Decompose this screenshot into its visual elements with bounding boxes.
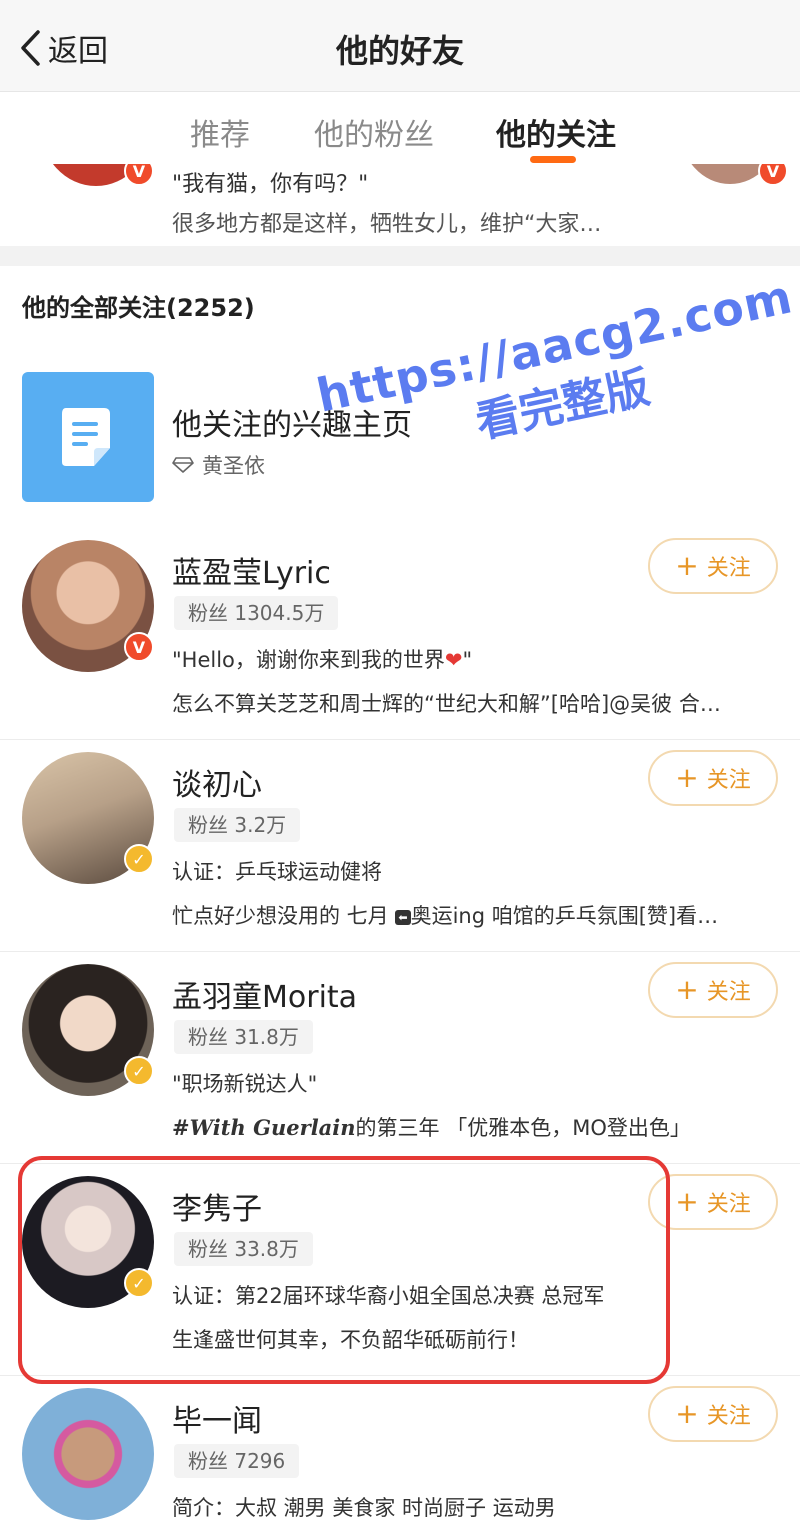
list-item[interactable]: ✓ 孟羽童Morita 粉丝 31.8万 "职场新锐达人" #With Guer… bbox=[0, 952, 800, 1164]
list-item[interactable]: ✓ 李隽子 粉丝 33.8万 认证：第22届环球华裔小姐全国总决赛 总冠军 生逢… bbox=[0, 1164, 800, 1376]
latest-post-preview[interactable]: #With Guerlain的第三年 「优雅本色，MO登出色」 bbox=[172, 1112, 691, 1142]
plus-icon: + bbox=[675, 549, 699, 582]
list-item[interactable]: ✓ 谈初心 粉丝 3.2万 认证：乒乓球运动健将 忙点好少想没用的 七月 ⬅ 奥运… bbox=[0, 740, 800, 952]
tab-recommend[interactable]: 推荐 bbox=[190, 110, 250, 154]
tab-his-following[interactable]: 他的关注 bbox=[496, 110, 616, 154]
interest-page-row[interactable]: 他关注的兴趣主页 黄圣依 bbox=[0, 366, 800, 516]
user-description: 简介：大叔 潮男 美食家 时尚厨子 运动男 bbox=[172, 1496, 556, 1520]
tab-his-fans[interactable]: 他的粉丝 bbox=[314, 110, 434, 154]
diamond-icon bbox=[172, 457, 194, 473]
avatar[interactable] bbox=[22, 1388, 154, 1520]
user-name[interactable]: 毕一闻 bbox=[172, 1396, 262, 1440]
verified-badge-icon: V bbox=[124, 164, 154, 186]
latest-post-preview[interactable]: 生逢盛世何其幸，不负韶华砥砺前行！ bbox=[172, 1324, 529, 1354]
active-tab-indicator bbox=[530, 156, 576, 163]
user-description: "Hello，谢谢你来到我的世界❤" bbox=[172, 648, 473, 672]
tab-bar: 推荐 他的粉丝 他的关注 bbox=[0, 92, 800, 164]
latest-post-preview[interactable]: 怎么不算关芝芝和周士辉的“世纪大和解”[哈哈]@吴彼 合… bbox=[172, 688, 721, 718]
recommend-desc-line: "我有猫，你有吗？" bbox=[172, 172, 369, 197]
plus-icon: + bbox=[675, 973, 699, 1006]
interest-page-subtitle: 黄圣依 bbox=[172, 450, 265, 480]
interest-page-owner: 黄圣依 bbox=[202, 454, 265, 478]
section-title: 他的全部关注(2252) bbox=[22, 294, 255, 322]
follow-button[interactable]: + 关注 bbox=[648, 1174, 778, 1230]
verified-badge-icon: V bbox=[758, 164, 788, 186]
verified-badge-icon: ✓ bbox=[124, 844, 154, 874]
interest-page-title: 他关注的兴趣主页 bbox=[172, 408, 412, 443]
document-icon bbox=[22, 372, 154, 502]
recommend-card-partial: V V "我有猫，你有吗？" 很多地方都是这样，牺牲女儿，维护“大家… bbox=[0, 164, 800, 244]
user-name[interactable]: 蓝盈莹Lyric bbox=[172, 548, 331, 592]
follow-button[interactable]: + 关注 bbox=[648, 750, 778, 806]
plus-icon: + bbox=[675, 761, 699, 794]
user-name[interactable]: 李隽子 bbox=[172, 1184, 262, 1228]
user-name[interactable]: 谈初心 bbox=[172, 760, 262, 804]
user-description: "职场新锐达人" bbox=[172, 1072, 318, 1096]
user-description: 认证：乒乓球运动健将 bbox=[172, 860, 382, 884]
fans-count-badge: 粉丝 31.8万 bbox=[174, 1020, 313, 1054]
verified-badge-icon: ✓ bbox=[124, 1056, 154, 1086]
follow-button[interactable]: + 关注 bbox=[648, 538, 778, 594]
page-title: 他的好友 bbox=[335, 32, 464, 70]
plus-icon: + bbox=[675, 1397, 699, 1430]
fans-count-badge: 粉丝 1304.5万 bbox=[174, 596, 339, 630]
follow-button[interactable]: + 关注 bbox=[648, 1386, 778, 1442]
user-name[interactable]: 孟羽童Morita bbox=[172, 972, 357, 1016]
list-item[interactable]: V 蓝盈莹Lyric 粉丝 1304.5万 "Hello，谢谢你来到我的世界❤"… bbox=[0, 528, 800, 740]
list-item[interactable]: 毕一闻 粉丝 7296 简介：大叔 潮男 美食家 时尚厨子 运动男 + 关注 bbox=[0, 1376, 800, 1538]
fans-count-badge: 粉丝 33.8万 bbox=[174, 1232, 313, 1266]
fans-count-badge: 粉丝 3.2万 bbox=[174, 808, 301, 842]
fans-count-badge: 粉丝 7296 bbox=[174, 1444, 300, 1478]
latest-post-preview[interactable]: 忙点好少想没用的 七月 ⬅ 奥运ing 咱馆的乒乓氛围[赞]看… bbox=[172, 900, 718, 930]
user-description: 认证：第22届环球华裔小姐全国总决赛 总冠军 bbox=[172, 1284, 605, 1308]
verified-badge-icon: ✓ bbox=[124, 1268, 154, 1298]
plus-icon: + bbox=[675, 1185, 699, 1218]
heart-icon: ❤ bbox=[444, 648, 463, 672]
follow-button[interactable]: + 关注 bbox=[648, 962, 778, 1018]
recommend-desc-line: 很多地方都是这样，牺牲女儿，维护“大家… bbox=[172, 212, 602, 237]
verified-badge-icon: V bbox=[124, 632, 154, 662]
end-arrow-icon: ⬅ bbox=[395, 909, 411, 925]
section-divider bbox=[0, 246, 800, 266]
top-nav-bar: 返回 他的好友 bbox=[0, 0, 800, 92]
